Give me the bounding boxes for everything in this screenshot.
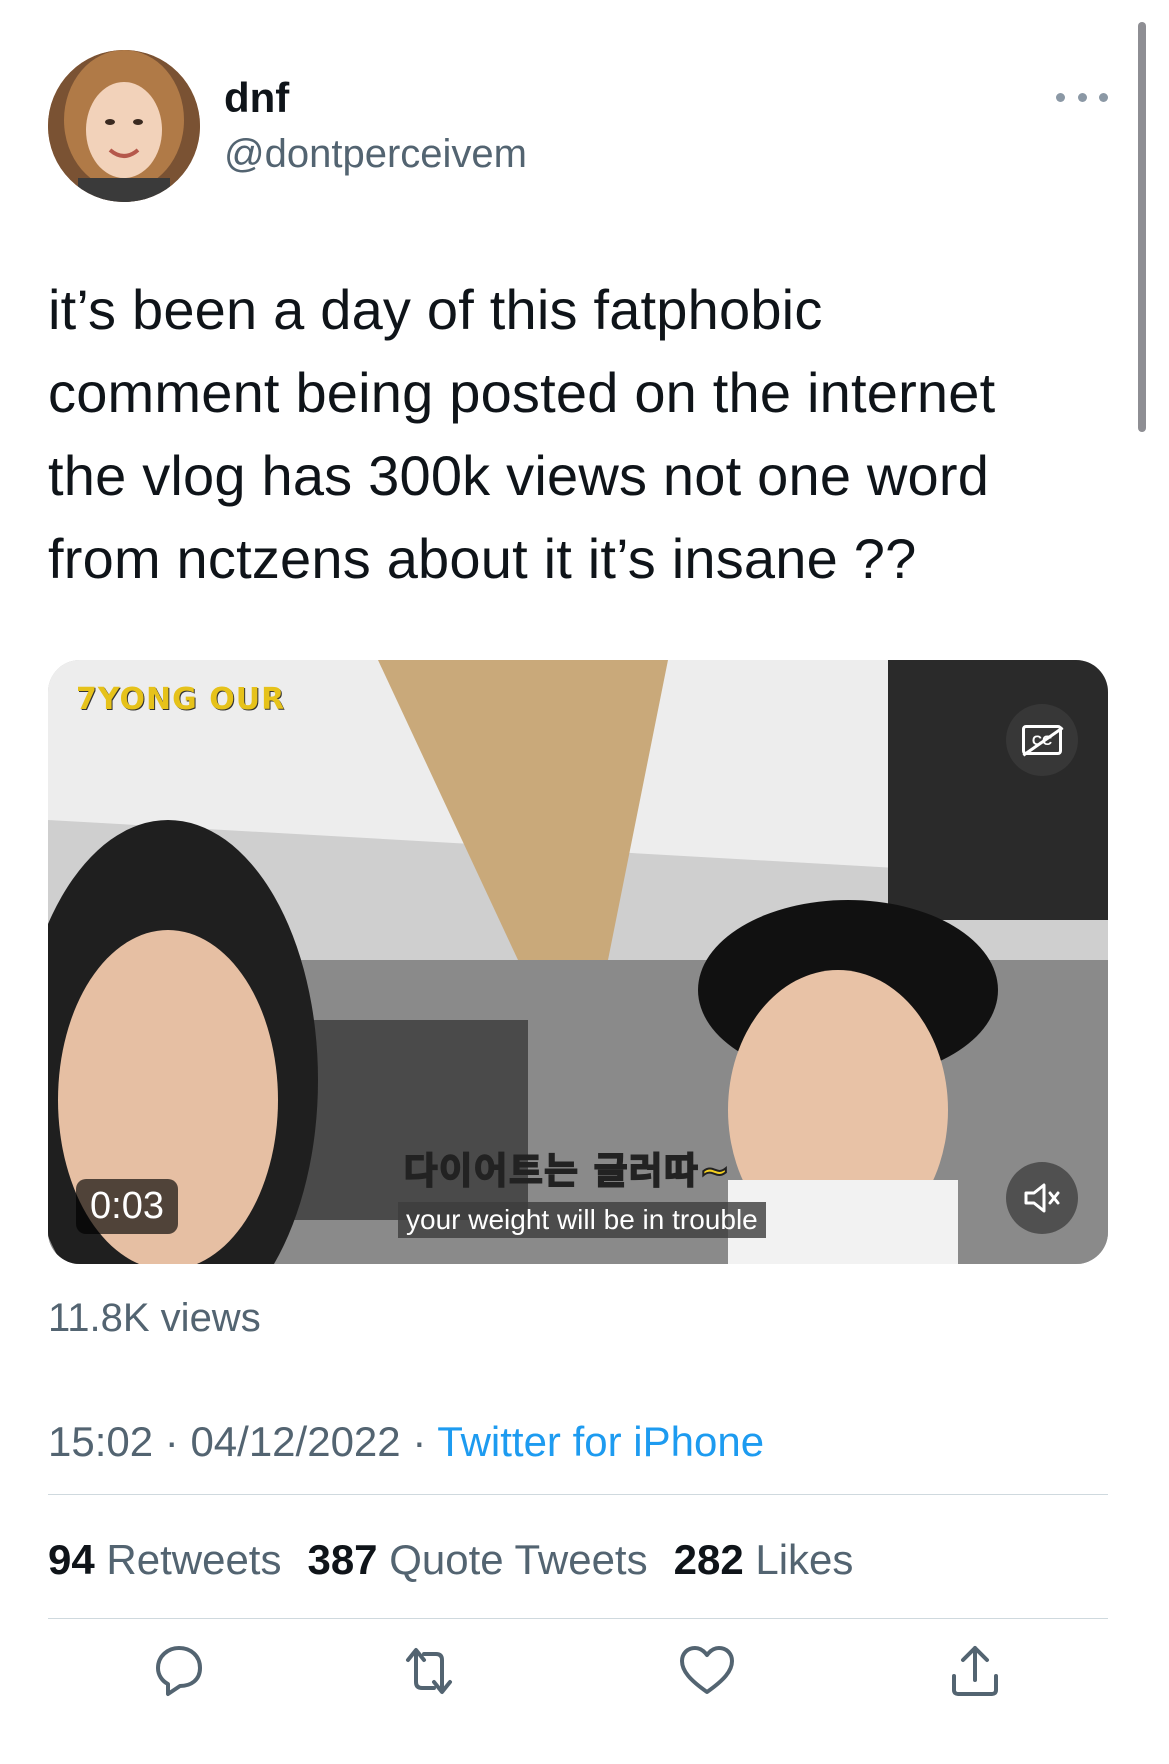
avatar[interactable] (48, 50, 200, 202)
video-player[interactable]: 7YONG OUR CC 다이어트는 글러따~ your weight will… (48, 660, 1108, 1264)
tweet-metadata: 15:02 · 04/12/2022 · Twitter for iPhone (48, 1418, 764, 1466)
quote-tweets-stat[interactable]: 387 Quote Tweets (307, 1536, 647, 1584)
channel-logo: 7YONG OUR (76, 682, 286, 717)
mute-button[interactable] (1006, 1162, 1078, 1234)
heart-icon[interactable] (676, 1640, 738, 1702)
meta-separator: · (153, 1418, 191, 1465)
retweets-stat[interactable]: 94 Retweets (48, 1536, 281, 1584)
retweets-label: Retweets (106, 1536, 282, 1583)
subtitle-english: your weight will be in trouble (398, 1202, 766, 1238)
divider (48, 1618, 1108, 1619)
tweet-source-link[interactable]: Twitter for iPhone (437, 1418, 764, 1465)
retweets-count: 94 (48, 1536, 95, 1583)
scrollbar[interactable] (1138, 22, 1146, 432)
quotes-label: Quote Tweets (389, 1536, 648, 1583)
divider (48, 1494, 1108, 1495)
likes-stat[interactable]: 282 Likes (674, 1536, 854, 1584)
share-icon[interactable] (944, 1640, 1006, 1702)
view-count: 11.8K views (48, 1296, 261, 1340)
subtitle-korean: 다이어트는 글러따~ (403, 1150, 732, 1193)
video-timestamp: 0:03 (76, 1179, 178, 1234)
action-bar (0, 1640, 1169, 1720)
meta-separator-2: · (400, 1418, 438, 1465)
likes-count: 282 (673, 1536, 744, 1583)
display-name[interactable]: dnf (224, 74, 289, 122)
more-options-icon[interactable] (1056, 84, 1108, 110)
closed-captions-button[interactable]: CC (1006, 704, 1078, 776)
engagement-stats: 94 Retweets 387 Quote Tweets 282 Likes (48, 1536, 853, 1584)
speaker-muted-icon (1024, 1183, 1060, 1213)
tweet-date[interactable]: 04/12/2022 (190, 1418, 400, 1465)
tweet-text: it’s been a day of this fatphobic commen… (48, 278, 996, 590)
tweet-time: 15:02 (48, 1418, 154, 1465)
reply-icon[interactable] (148, 1640, 210, 1702)
quotes-count: 387 (307, 1536, 378, 1583)
user-handle[interactable]: @dontperceivem (224, 132, 527, 177)
likes-label: Likes (755, 1536, 854, 1583)
retweet-icon[interactable] (398, 1640, 460, 1702)
closed-captions-off-icon: CC (1022, 725, 1062, 755)
